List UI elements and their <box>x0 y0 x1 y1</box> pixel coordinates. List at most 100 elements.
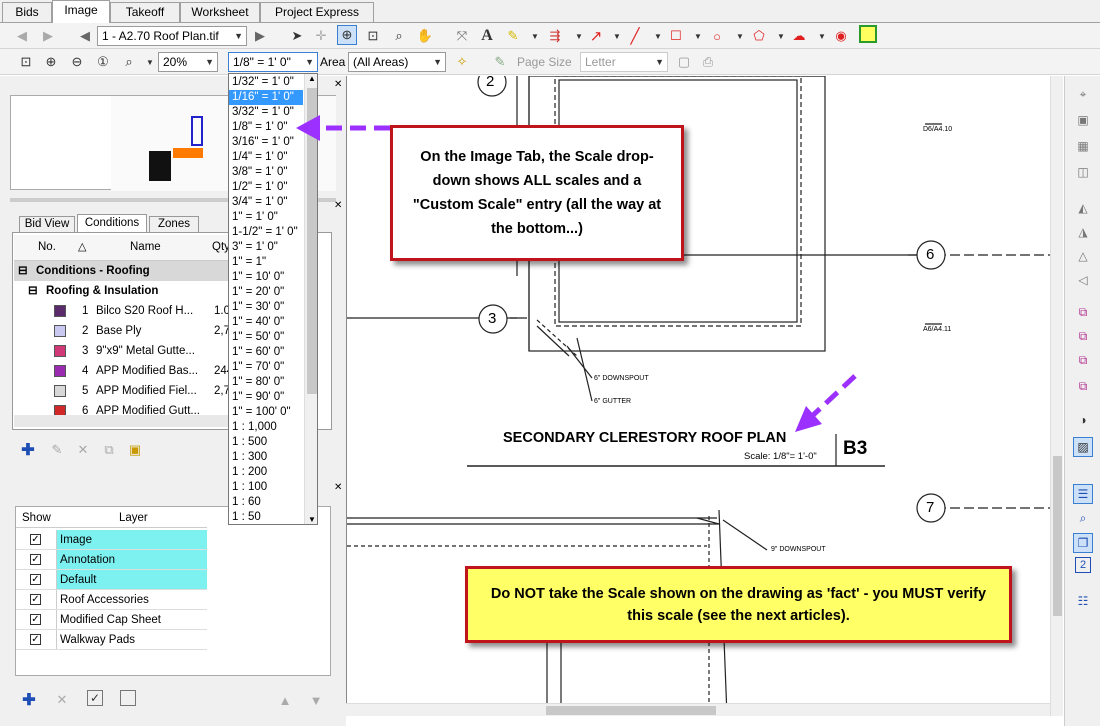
scale-option[interactable]: 1" = 10' 0" <box>229 270 303 285</box>
scale-option[interactable]: 1" = 100' 0" <box>229 405 303 420</box>
page-size-select[interactable]: Letter ▼ <box>580 52 668 72</box>
next-page-icon[interactable]: ▶ <box>250 26 270 46</box>
scale-option[interactable]: 1/32" = 1' 0" <box>229 75 303 90</box>
ellipse-tool-icon[interactable]: ○ <box>707 26 727 46</box>
zoom-fit-icon[interactable]: ⊡ <box>16 52 36 72</box>
scale-option[interactable]: 3/32" = 1' 0" <box>229 105 303 120</box>
drawing-vscrollbar[interactable] <box>1050 76 1063 716</box>
scale-option[interactable]: 1" = 40' 0" <box>229 315 303 330</box>
chevron-down-icon[interactable]: ▼ <box>525 26 545 46</box>
close-icon[interactable]: ✕ <box>334 200 344 212</box>
drawing-hscrollbar[interactable] <box>346 703 1050 716</box>
triangle-left-icon[interactable]: ◭ <box>1073 198 1093 218</box>
layer-visible-checkbox[interactable]: ✓ <box>30 614 41 625</box>
stamp-tool-icon[interactable]: ◉ <box>831 26 851 46</box>
back-icon[interactable]: ◀ <box>12 26 32 46</box>
uncheck-all-button[interactable] <box>120 690 136 706</box>
scale-option[interactable]: 1 : 60 <box>229 495 303 510</box>
frame-icon[interactable]: ▣ <box>1073 110 1093 130</box>
layer-visible-checkbox[interactable]: ✓ <box>30 534 41 545</box>
layer-visible-checkbox[interactable]: ✓ <box>30 634 41 645</box>
zoom-window-icon[interactable]: ⊕ <box>337 25 357 45</box>
scale-option[interactable]: 1" = 1" <box>229 255 303 270</box>
page-select[interactable]: 1 - A2.70 Roof Plan.tif ▼ <box>97 26 247 46</box>
zoom-select[interactable]: 20% ▼ <box>158 52 218 72</box>
prev-page-icon[interactable]: ◀ <box>75 26 95 46</box>
page-setup-icon[interactable]: ✎ <box>490 52 510 72</box>
col-no[interactable]: No. <box>38 241 56 253</box>
chevron-down-icon[interactable]: ▼ <box>812 26 832 46</box>
scale-option[interactable]: 1 : 500 <box>229 435 303 450</box>
polygon-tool-icon[interactable]: ⬠ <box>749 26 769 46</box>
zoom-out-icon[interactable]: ⊖ <box>67 52 87 72</box>
layer-row[interactable]: ✓ Walkway Pads <box>16 630 207 650</box>
list-view-icon[interactable]: ☰ <box>1073 484 1093 504</box>
scale-option[interactable]: 1/8" = 1' 0" <box>229 120 303 135</box>
col-name[interactable]: Name <box>130 241 161 253</box>
scale-scrollbar[interactable]: ▲ ▼ <box>304 74 317 524</box>
printer-icon[interactable]: ⎙ <box>698 52 718 72</box>
search-view-icon[interactable]: ⌕ <box>1073 508 1093 528</box>
cloud-tool-icon[interactable]: ☁ <box>789 26 809 46</box>
move-up-button[interactable]: ▲ <box>275 690 295 710</box>
layer-visible-checkbox[interactable]: ✓ <box>30 574 41 585</box>
contrast-icon[interactable]: ◑ <box>1073 410 1093 430</box>
scale-option[interactable]: 1 : 200 <box>229 465 303 480</box>
scale-option[interactable]: 1-1/2" = 1' 0" <box>229 225 303 240</box>
pan-hand-icon[interactable]: ✋ <box>415 26 435 46</box>
arrow-tool-icon[interactable]: ↗ <box>586 26 606 46</box>
scale-option[interactable]: 1 : 300 <box>229 450 303 465</box>
triangle-right-icon[interactable]: ◮ <box>1073 222 1093 242</box>
chevron-down-icon[interactable]: ▼ <box>771 26 791 46</box>
scale-option[interactable]: 1" = 60' 0" <box>229 345 303 360</box>
magnifier-icon[interactable]: ⌕ <box>389 26 409 46</box>
chevron-down-icon[interactable]: ▼ <box>140 52 160 72</box>
tab-image[interactable]: Image <box>52 0 110 23</box>
new-page-icon[interactable]: ▢ <box>674 52 694 72</box>
scale-select[interactable]: 1/8" = 1' 0" ▼ <box>228 52 318 72</box>
overlay-icon[interactable]: ▨ <box>1073 437 1093 457</box>
chevron-down-icon[interactable]: ▼ <box>688 26 708 46</box>
triangle-up-icon[interactable]: △ <box>1073 246 1093 266</box>
area-select[interactable]: (All Areas) ▼ <box>348 52 446 72</box>
move-down-button[interactable]: ▼ <box>306 690 326 710</box>
add-layer-button[interactable]: ✚ <box>19 690 39 710</box>
scale-option[interactable]: 1" = 20' 0" <box>229 285 303 300</box>
callout-tool-icon[interactable]: ⤧ <box>452 26 472 46</box>
layer-row[interactable]: ✓ Default <box>16 570 207 590</box>
zoom-actual-icon[interactable]: ① <box>93 52 113 72</box>
scale-option[interactable]: 3/16" = 1' 0" <box>229 135 303 150</box>
triangle-edge-icon[interactable]: ◁ <box>1073 270 1093 290</box>
area-wand-icon[interactable]: ✧ <box>452 52 472 72</box>
scroll-down-icon[interactable]: ▼ <box>308 515 316 524</box>
delete-condition-button[interactable]: ✕ <box>73 440 93 460</box>
chevron-down-icon[interactable]: ▼ <box>730 26 750 46</box>
grid-icon[interactable]: ▦ <box>1073 136 1093 156</box>
copy-condition-button[interactable]: ⧉ <box>99 440 119 460</box>
shape-icon[interactable]: ◫ <box>1073 162 1093 182</box>
collapse-icon[interactable]: ⊟ <box>18 261 28 281</box>
scale-option[interactable]: 1 : 50 <box>229 510 303 524</box>
zoom-in-icon[interactable]: ⊕ <box>41 52 61 72</box>
scale-dropdown-list[interactable]: 1/32" = 1' 0" 1/16" = 1' 0" 3/32" = 1' 0" 1… <box>228 73 318 525</box>
delete-layer-button[interactable]: ✕ <box>52 690 72 710</box>
scale-option[interactable]: 1" = 90' 0" <box>229 390 303 405</box>
highlighter-icon[interactable]: ✎ <box>503 26 523 46</box>
rectangle-tool-icon[interactable]: ☐ <box>666 26 686 46</box>
tab-conditions[interactable]: Conditions <box>77 214 147 232</box>
layer-row[interactable]: ✓ Roof Accessories <box>16 590 207 610</box>
scale-option[interactable]: 1 : 100 <box>229 480 303 495</box>
tab-bid-view[interactable]: Bid View <box>19 216 75 232</box>
close-icon[interactable]: ✕ <box>334 79 344 91</box>
vertex-icon[interactable]: ⌖ <box>1073 84 1093 104</box>
scale-option[interactable]: 3/4" = 1' 0" <box>229 195 303 210</box>
layer-row[interactable]: ✓ Modified Cap Sheet <box>16 610 207 630</box>
scale-option[interactable]: 1" = 1' 0" <box>229 210 303 225</box>
tab-worksheet[interactable]: Worksheet <box>180 2 260 22</box>
tab-bids[interactable]: Bids <box>2 2 52 22</box>
scale-option[interactable]: 3" = 1' 0" <box>229 240 303 255</box>
scale-option[interactable]: 1" = 30' 0" <box>229 300 303 315</box>
scale-option[interactable]: 1" = 70' 0" <box>229 360 303 375</box>
chevron-down-icon[interactable]: ▼ <box>607 26 627 46</box>
chevron-down-icon[interactable]: ▼ <box>648 26 668 46</box>
